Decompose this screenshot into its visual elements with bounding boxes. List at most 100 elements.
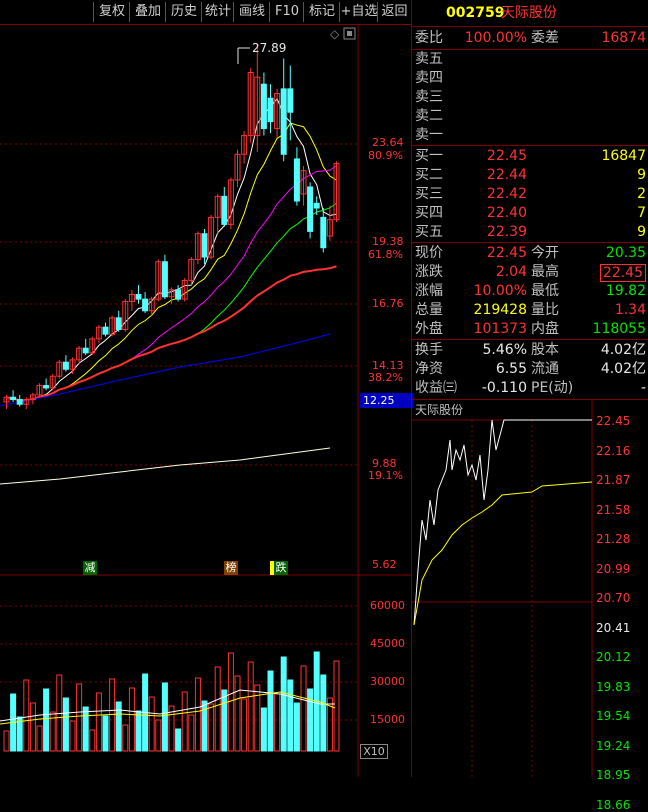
ma-line — [6, 122, 337, 401]
volume-bar — [241, 698, 248, 752]
event-marker-fall[interactable]: 跌 — [274, 561, 288, 575]
stock-code: 002759 — [446, 5, 505, 21]
toolbar-history-button[interactable]: 历史 — [165, 2, 202, 22]
sell-label: 卖四 — [415, 70, 443, 86]
candle-body — [62, 361, 69, 370]
price-axis-label: 16.76 — [372, 297, 404, 310]
price-line — [413, 419, 592, 626]
price-axis-label: 23.64 — [372, 136, 404, 149]
fin-label: PE(动) — [531, 380, 574, 396]
volume-bar — [102, 715, 109, 752]
buy-volume: 7 — [637, 205, 646, 221]
fin-label: 股本 — [531, 342, 559, 358]
stat-value: 118055 — [592, 321, 646, 337]
stat-label: 最低 — [531, 283, 559, 299]
volume-bar — [43, 688, 50, 752]
sell-label: 卖五 — [415, 51, 443, 67]
toolbar-mark-button[interactable]: 标记 — [303, 2, 340, 22]
fin-value: -0.110 — [481, 380, 527, 396]
stat-label: 涨幅 — [415, 283, 443, 299]
intraday-axis-label: 21.28 — [596, 532, 631, 546]
event-marker-reduce[interactable]: 减 — [83, 561, 97, 575]
stat-value: 2.04 — [495, 264, 527, 280]
collapse-icon-inner — [347, 31, 352, 36]
volume-bar — [82, 706, 89, 752]
toolbar-fuquan-button[interactable]: 复权 — [93, 2, 130, 22]
candle-body — [102, 326, 109, 335]
candle-body — [135, 293, 142, 300]
diamond-icon[interactable]: ◇ — [330, 27, 340, 41]
stat-value: 20.35 — [605, 245, 646, 261]
toolbar-add-watchlist-button[interactable]: +自选 — [339, 2, 378, 22]
stat-label: 内盘 — [531, 321, 559, 337]
sell-label: 卖二 — [415, 108, 443, 124]
toolbar-stats-button[interactable]: 统计 — [201, 2, 234, 22]
moving-average-lines — [0, 97, 337, 485]
volume-bar — [23, 679, 30, 752]
volume-bar — [247, 661, 254, 752]
volume-bar — [3, 730, 10, 752]
buy-row[interactable]: 买三 22.42 2 — [412, 185, 648, 204]
volume-axis-label: 45000 — [370, 637, 405, 650]
toolbar-f10-button[interactable]: F10 — [269, 2, 304, 22]
candle-body — [142, 298, 149, 312]
sell-label: 卖一 — [415, 127, 443, 143]
sell-row[interactable]: 卖五 — [412, 50, 648, 69]
stat-value: 22.45 — [486, 245, 527, 261]
toolbar-back-button[interactable]: 返回 — [377, 2, 411, 22]
kline-chart-area[interactable]: ◇ 27.89 23.64 80.9% 19.38 61.8% 16.76 14… — [0, 24, 413, 777]
stat-label: 外盘 — [415, 321, 443, 337]
avg-price-line — [413, 481, 593, 626]
intraday-axis-label: 18.66 — [596, 797, 631, 812]
fin-label: 换手 — [415, 342, 443, 358]
candle-body — [267, 97, 274, 123]
sell-row[interactable]: 卖三 — [412, 88, 648, 107]
volume-bar — [214, 666, 221, 752]
intraday-axis-label: 18.95 — [596, 768, 631, 782]
fin-label: 净资 — [415, 361, 443, 377]
stat-value: 22.45 — [599, 264, 646, 282]
toolbar-draw-button[interactable]: 画线 — [233, 2, 270, 22]
fin-row: 收益㈢ -0.110 PE(动) - — [412, 379, 648, 398]
fin-row: 净资 6.55 流通 4.02亿 — [412, 360, 648, 379]
kline-chart[interactable]: ◇ — [0, 24, 411, 777]
volume-axis-label: 15000 — [370, 713, 405, 726]
sell-row[interactable]: 卖四 — [412, 69, 648, 88]
sell-row[interactable]: 卖一 — [412, 126, 648, 145]
volume-bar — [320, 674, 327, 752]
buy-price: 22.45 — [486, 148, 527, 164]
event-marker-list[interactable]: 榜 — [224, 561, 238, 575]
buy-volume: 16847 — [601, 148, 646, 164]
volume-bar — [300, 665, 307, 752]
candle-body — [115, 317, 122, 331]
fin-label: 收益㈢ — [415, 380, 457, 396]
buy-volume: 2 — [637, 186, 646, 202]
fib-axis-label: 38.2% — [368, 371, 403, 384]
volume-bar — [194, 677, 201, 752]
toolbar-overlay-button[interactable]: 叠加 — [129, 2, 166, 22]
ma-line — [6, 265, 337, 402]
buy-row[interactable]: 买五 22.39 9 — [412, 223, 648, 242]
volume-bar — [76, 683, 83, 752]
candle-body — [280, 88, 287, 155]
weibi-label: 委比 — [415, 30, 443, 46]
sell-label: 卖三 — [415, 89, 443, 105]
buy-label: 买五 — [415, 224, 443, 240]
price-axis-label: 19.38 — [372, 235, 404, 248]
sell-row[interactable]: 卖二 — [412, 107, 648, 126]
divider — [412, 339, 648, 340]
fib-axis-label: 80.9% — [368, 149, 403, 162]
volume-bar — [280, 656, 287, 752]
candle-body — [287, 88, 294, 113]
buy-row[interactable]: 买二 22.44 9 — [412, 166, 648, 185]
volume-bar — [36, 725, 43, 752]
intraday-axis-label: 20.41 — [596, 620, 631, 635]
buy-row[interactable]: 买四 22.40 7 — [412, 204, 648, 223]
candle-body — [320, 216, 327, 249]
buy-row[interactable]: 买一 22.45 16847 — [412, 147, 648, 166]
intraday-axis-label: 22.16 — [596, 443, 631, 458]
intraday-axis-label: 20.12 — [596, 650, 631, 664]
stock-header: 002759 天际股份 — [412, 4, 648, 23]
volume-bar — [62, 697, 69, 752]
volume-bar — [274, 693, 281, 752]
